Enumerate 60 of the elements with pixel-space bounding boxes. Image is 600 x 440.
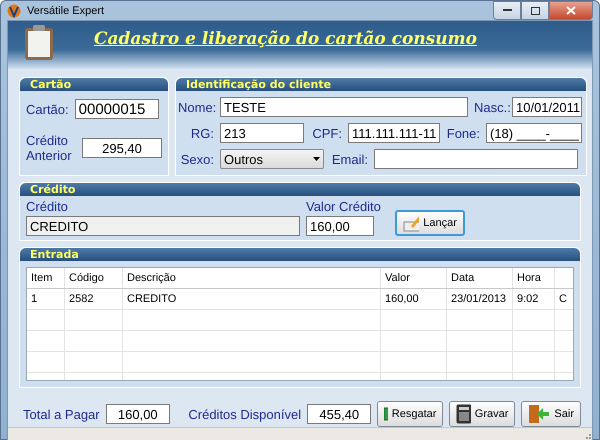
table-cell: 9:02	[513, 289, 555, 309]
name-field[interactable]: TESTE	[220, 97, 468, 117]
field-label: Créditos Disponível	[188, 406, 302, 422]
field-label: Nome:	[178, 100, 214, 114]
sex-dropdown[interactable]: Outros	[220, 149, 324, 169]
minimize-icon	[502, 9, 512, 12]
field-label: Total a Pagar	[23, 406, 100, 422]
field-label: Email:	[330, 152, 368, 166]
launch-button[interactable]: Lançar	[394, 210, 465, 236]
exit-door-icon	[528, 404, 550, 424]
total-field[interactable]: 160,00	[106, 404, 170, 424]
panel-title: Identificação do cliente	[176, 78, 586, 91]
field-label: RG:	[190, 126, 214, 140]
minimize-button[interactable]	[493, 1, 521, 20]
available-credits-field[interactable]: 455,40	[307, 404, 372, 424]
column-header[interactable]: Hora	[513, 268, 555, 288]
card-number-field[interactable]: 00000015	[74, 99, 159, 119]
field-label: Crédito	[26, 199, 69, 214]
rg-field[interactable]: 213	[220, 123, 304, 143]
save-button[interactable]: Gravar	[449, 401, 516, 427]
field-label: Sexo:	[180, 152, 214, 166]
app-icon	[7, 4, 21, 18]
previous-credit-field[interactable]: 295,40	[82, 138, 162, 158]
table-cell: 2582	[65, 289, 123, 309]
table-cell: 1	[27, 289, 65, 309]
table-cell: CREDITO	[123, 289, 381, 309]
field-label: Fone:	[446, 126, 480, 140]
maximize-icon	[530, 6, 540, 14]
credit-description-field[interactable]: CREDITO	[26, 216, 300, 236]
panel-title: Cartão	[20, 78, 168, 91]
maximize-button[interactable]	[521, 1, 549, 20]
window-title: Versátile Expert	[27, 4, 104, 16]
field-label: Cartão:	[26, 102, 69, 116]
cpf-field[interactable]: 111.111.111-11	[348, 123, 440, 143]
email-field[interactable]	[374, 149, 578, 169]
redeem-button[interactable]: Resgatar	[377, 401, 444, 427]
form-title: Cadastro e liberação do cartão consumo	[94, 29, 477, 49]
clipboard-icon	[24, 25, 54, 61]
field-label: Valor Crédito	[306, 199, 381, 214]
field-label: CPF:	[311, 126, 342, 140]
table-cell: 160,00	[381, 289, 447, 309]
phone-field[interactable]: (18) ____-____	[486, 123, 582, 143]
calculator-icon	[456, 404, 471, 424]
column-header[interactable]: Item	[27, 268, 65, 288]
field-label: Crédito Anterior	[26, 133, 73, 163]
table-cell: 23/01/2013	[447, 289, 513, 309]
table-cell: C	[555, 289, 573, 309]
dropdown-caret-icon	[313, 157, 320, 161]
exit-button[interactable]: Sair	[521, 401, 581, 427]
panel-title: Crédito	[20, 183, 580, 196]
close-icon	[566, 6, 576, 15]
pencil-paper-icon	[402, 214, 420, 232]
birthdate-field[interactable]: 10/01/2011	[512, 97, 582, 117]
credit-value-field[interactable]: 160,00	[306, 216, 374, 236]
close-button[interactable]	[549, 1, 593, 20]
column-header[interactable]: Descrição	[123, 268, 381, 288]
column-header[interactable]: Código	[65, 268, 123, 288]
column-header[interactable]: Data	[447, 268, 513, 288]
panel-title: Entrada	[20, 248, 580, 261]
column-header[interactable]: Valor	[381, 268, 447, 288]
